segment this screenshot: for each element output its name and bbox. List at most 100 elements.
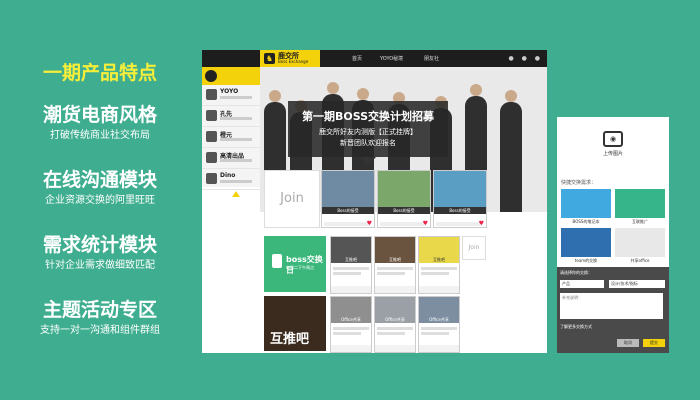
submit-button[interactable]: 提交	[643, 339, 665, 347]
quick-tile[interactable]: 互联推广	[615, 189, 665, 225]
topic-card[interactable]: Office共享	[418, 296, 460, 353]
topic-card[interactable]: Office共享	[374, 296, 416, 353]
top-nav-bar: ♞ 鹿交所 Boss Exchange 首页 YOYO秘境 朋友社 ● ● ●	[202, 50, 547, 67]
banner-title: 第一期BOSS交换计划招募	[301, 110, 435, 123]
quick-tile[interactable]: 共享office	[615, 228, 665, 264]
current-user[interactable]	[202, 67, 260, 85]
nav-home[interactable]: 首页	[352, 55, 362, 62]
banner-line3: 新晋团队欢迎报名	[340, 139, 396, 147]
topic-text-line	[421, 272, 449, 275]
profile-card[interactable]: Boss的接受 ♥	[377, 170, 431, 228]
card-caption: Boss的接受	[434, 207, 486, 214]
card-meta	[436, 222, 483, 226]
topic-label: Office共享	[385, 317, 405, 322]
upload-label: 上传图片	[602, 151, 623, 157]
topic-card[interactable]: 互推吧	[374, 236, 416, 294]
topic-footer	[419, 286, 459, 293]
feature-subtitle: 针对企业需求做细致匹配	[45, 260, 155, 271]
header-icons[interactable]: ● ● ●	[508, 55, 543, 62]
upload-area[interactable]: ◉ 上传图片	[557, 117, 669, 167]
card-photo	[378, 171, 430, 207]
topic-card[interactable]: 互推吧	[418, 236, 460, 294]
feature-subtitle: 打破传统商业社交布局	[50, 130, 150, 141]
feature-title: 主题活动专区	[42, 299, 157, 321]
contact-preview	[220, 180, 252, 183]
nav-yoyo[interactable]: YOYO秘境	[380, 55, 403, 62]
contact-item[interactable]: 橙元	[202, 127, 260, 148]
feature-panel: 一期产品特点 潮货电商风格 打破传统商业社交布局 在线沟通模块 企业资源交换的阿…	[0, 0, 200, 400]
topic-text-line	[421, 267, 457, 270]
camera-icon: ◉	[603, 131, 623, 147]
boss-day-tile[interactable]: boss交换日 每周二下午两点	[264, 236, 326, 292]
quick-prompt: 快捷交换需求：	[561, 180, 597, 186]
contact-preview	[220, 138, 252, 141]
topic-text-line	[333, 267, 369, 270]
contact-avatar-icon	[206, 131, 217, 142]
nav-friends[interactable]: 朋友社	[424, 55, 439, 62]
topic-footer	[375, 345, 415, 352]
scroll-up-icon[interactable]	[232, 191, 240, 197]
profile-card[interactable]: Boss的接受 ♥	[433, 170, 487, 228]
topic-label: 互推吧	[345, 257, 357, 262]
feature-headline: 一期产品特点	[42, 62, 157, 84]
join-tile[interactable]: Join	[462, 236, 486, 260]
topic-text-line	[421, 332, 449, 335]
type-select[interactable]: 设计/技术/指标	[609, 280, 665, 288]
chat-sidebar: YOYO 孔先 橙元 高清出品 Dino	[202, 67, 261, 197]
mobile-screen: ◉ 上传图片 快捷交换需求： BOSS的笔记本 互联推广 team的交换 共享o…	[557, 117, 669, 353]
topic-label: Office共享	[429, 317, 449, 322]
join-tile[interactable]: Join	[264, 170, 320, 228]
heart-icon[interactable]: ♥	[479, 220, 484, 227]
quick-tile[interactable]: BOSS的笔记本	[561, 189, 611, 225]
quick-tile-label: BOSS的笔记本	[561, 218, 611, 225]
contact-item[interactable]: 孔先	[202, 106, 260, 127]
profile-card[interactable]: Boss的接受 ♥	[321, 170, 375, 228]
topic-footer	[419, 345, 459, 352]
topic-footer	[331, 286, 371, 293]
contact-item[interactable]: YOYO	[202, 85, 260, 106]
banner-title-box: 第一期BOSS交换计划招募 鹿交所好友内测版【正式挂牌】 新晋团队欢迎报名	[288, 101, 448, 157]
heart-icon[interactable]: ♥	[367, 220, 372, 227]
topic-label: Office共享	[341, 317, 361, 322]
feature-title: 潮货电商风格	[42, 104, 157, 126]
hutui-tile[interactable]: 互推吧	[264, 296, 326, 351]
quick-tile[interactable]: team的交换	[561, 228, 611, 264]
brand-subtitle: Boss Exchange	[278, 59, 309, 64]
brand-logo[interactable]: ♞ 鹿交所 Boss Exchange	[260, 50, 320, 67]
deer-logo-icon: ♞	[264, 53, 275, 64]
heart-icon[interactable]: ♥	[423, 220, 428, 227]
feature-item: 需求统计模块 针对企业需求做细致匹配	[0, 233, 200, 273]
banner-line2: 鹿交所好友内测版【正式挂牌】	[319, 128, 417, 136]
feature-subtitle: 企业资源交换的阿里旺旺	[45, 195, 155, 206]
feature-item: 潮货电商风格 打破传统商业社交布局	[0, 103, 200, 143]
contact-avatar-icon	[206, 152, 217, 163]
hutui-label: 互推吧	[270, 332, 310, 347]
boss-day-sub: 每周二下午两点	[286, 265, 314, 270]
topic-text-line	[333, 327, 369, 330]
topic-label: 互推吧	[389, 257, 401, 262]
more-options-link[interactable]: 了解更多交换方式	[560, 324, 592, 330]
topic-text-line	[377, 272, 405, 275]
topic-footer	[375, 286, 415, 293]
contact-item[interactable]: 高清出品	[202, 148, 260, 169]
topic-card[interactable]: Office共享	[330, 296, 372, 353]
topic-card[interactable]: 互推吧	[330, 236, 372, 294]
topic-footer	[331, 345, 371, 352]
person-figure	[500, 90, 522, 212]
topic-text-line	[377, 327, 413, 330]
contact-avatar-icon	[206, 110, 217, 121]
cancel-button[interactable]: 取消	[617, 339, 639, 347]
description-field[interactable]: 补充说明：	[560, 293, 663, 319]
avatar	[205, 70, 217, 82]
category-select[interactable]: 产品	[560, 280, 604, 288]
form-label: 请选择你的交换：	[560, 270, 592, 275]
contact-item[interactable]: Dino	[202, 169, 260, 190]
feature-item: 在线沟通模块 企业资源交换的阿里旺旺	[0, 168, 200, 208]
exchange-form: 请选择你的交换： 产品 设计/技术/指标 补充说明： 了解更多交换方式 取消 提…	[557, 267, 669, 353]
contact-preview	[220, 159, 252, 162]
pointer-icon	[360, 157, 376, 166]
contact-avatar-icon	[206, 89, 217, 100]
card-photo	[434, 171, 486, 207]
feature-title: 在线沟通模块	[42, 169, 157, 191]
topic-text-line	[377, 267, 413, 270]
